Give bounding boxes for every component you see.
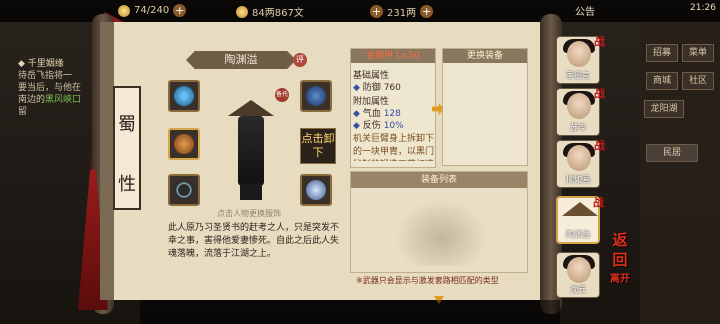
armor-icon xyxy=(306,86,326,106)
character-card-name: 苏岑 xyxy=(570,123,586,132)
portrait xyxy=(567,41,591,67)
character-card-name: 季墨言 xyxy=(566,71,590,80)
back-char: 回 xyxy=(612,251,628,269)
equip-slot-accessory[interactable] xyxy=(300,174,332,206)
equip-slot-ring[interactable] xyxy=(168,174,200,206)
gold-value: 231两 xyxy=(387,8,417,19)
house-button[interactable]: 民居 xyxy=(646,144,698,162)
shop-button[interactable]: 商城 xyxy=(646,72,678,90)
character-card[interactable]: 沈云 xyxy=(556,252,600,298)
battle-badge: 战 xyxy=(594,139,605,152)
base-attr-row: ◆ 防御 760 xyxy=(353,83,401,93)
bamboo-hat xyxy=(228,100,274,116)
character-figure[interactable] xyxy=(228,100,274,200)
character-card[interactable]: 柳如画 战 xyxy=(556,139,605,188)
character-name-plate: 陶渊溢 xyxy=(186,51,296,69)
add-gold-button-2[interactable]: + xyxy=(420,5,434,18)
extra-attr-row: ◆ 反伤 10% xyxy=(353,121,404,131)
unequip-button[interactable]: 点击卸下 xyxy=(300,128,336,164)
menu-button[interactable]: 菜单 xyxy=(682,44,714,62)
notice-button[interactable]: 公告 xyxy=(575,3,595,18)
equip-slot-armor[interactable] xyxy=(300,80,332,112)
character-name: 陶渊溢 xyxy=(224,53,258,66)
add-stamina-button[interactable]: + xyxy=(173,4,187,17)
character-card[interactable]: 苏岑 战 xyxy=(556,87,605,136)
character-body xyxy=(238,116,264,186)
game-screen: { "topbar": {"res1": "74/240", "res2": "… xyxy=(0,0,720,324)
clock: 21:26 xyxy=(690,3,716,13)
recruit-button[interactable]: 招募 xyxy=(646,44,678,62)
replace-equipment-panel[interactable]: 更换装备 xyxy=(442,48,528,166)
right-menu: 招募 菜单 商城 社区 龙阳湖 民居 xyxy=(640,22,720,324)
battle-badge: 战 xyxy=(593,196,604,209)
sect-char: 性 xyxy=(118,174,136,195)
stamina-counter: 74/240 + xyxy=(118,4,187,17)
leave-label: 离开 xyxy=(610,274,630,285)
weapon-filter-note: ※武器只会显示与激发套路相匹配的类型 xyxy=(356,276,499,285)
gold-counter: + 231两 + xyxy=(370,4,434,19)
sect-char: 蜀 xyxy=(118,114,136,135)
bottom-dock xyxy=(140,300,560,324)
stamina-value: 74/240 xyxy=(134,5,170,16)
change-outfit-hint: 点击人物更换服饰 xyxy=(217,209,281,218)
portrait xyxy=(567,257,591,283)
replace-equipment-title: 更换装备 xyxy=(443,49,527,63)
character-card-name: 陶渊溢 xyxy=(566,230,590,239)
equipment-description: 机关巨臂身上拆卸下的一块甲胄，以黑门秘制的锻造工艺打造而成。 xyxy=(353,134,435,161)
character-card-selected[interactable]: 陶渊溢 战 xyxy=(556,196,604,244)
money-counter: 84两867文 xyxy=(236,4,304,19)
equipment-list-title: 装备列表 xyxy=(351,172,527,188)
equipment-list[interactable]: 装备列表 xyxy=(350,171,528,273)
portrait xyxy=(567,145,591,171)
orb-icon xyxy=(306,180,326,200)
bracer-icon xyxy=(174,134,194,154)
empty-list-illustration xyxy=(391,196,491,266)
rating-button[interactable]: 评 xyxy=(293,53,307,67)
equip-slot-bracer[interactable] xyxy=(168,128,200,160)
back-button[interactable]: 返 回 离开 xyxy=(602,230,638,294)
battle-badge: 战 xyxy=(594,35,605,48)
stamina-icon xyxy=(118,4,130,17)
money-value: 84两867文 xyxy=(252,8,304,19)
money-icon xyxy=(236,5,248,18)
add-gold-button[interactable]: + xyxy=(370,5,383,18)
character-legs xyxy=(240,184,262,200)
sect-label: 蜀 性 xyxy=(113,86,141,210)
equip-slot-weapon[interactable] xyxy=(168,80,200,112)
character-card-name: 柳如画 xyxy=(566,175,590,184)
equipment-name: 金刚甲 Lv.50 xyxy=(351,49,435,63)
character-card[interactable]: 季墨言 战 xyxy=(556,35,605,84)
character-card-name: 沈云 xyxy=(570,285,586,294)
community-button[interactable]: 社区 xyxy=(682,72,714,90)
equipped-flag: 备托 xyxy=(275,88,289,102)
portrait xyxy=(567,93,591,119)
battle-badge: 战 xyxy=(594,87,605,100)
location-button[interactable]: 龙阳湖 xyxy=(644,100,684,118)
ring-icon xyxy=(174,180,194,200)
gauntlet-icon xyxy=(174,86,194,106)
character-bio: 此人原乃习圣贤书的赶考之人，只是突发不幸之事，害得他爱妻惨死。自此之后此人失魂落… xyxy=(168,223,340,259)
back-char: 返 xyxy=(612,231,628,249)
